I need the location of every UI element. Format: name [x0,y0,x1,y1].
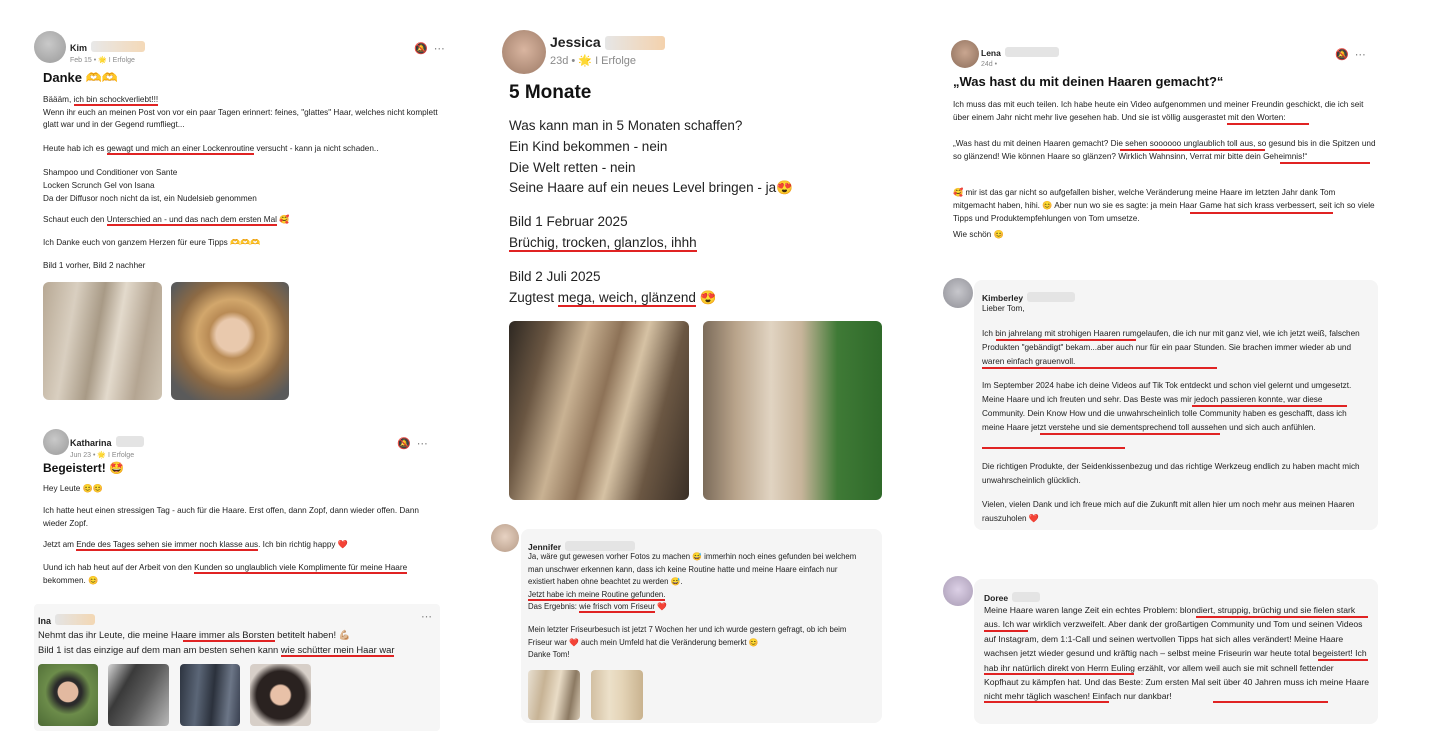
more-icon[interactable]: ⋯ [1355,49,1372,61]
highlight-underline [1190,212,1333,214]
highlight-underline [982,447,1125,449]
photo-before[interactable] [43,282,162,400]
post-meta: 23d • 🌟 I Erfolge [550,55,637,67]
highlight-underline [984,701,1109,703]
bell-off-icon[interactable]: 🔕 [397,438,417,450]
photo-thumb[interactable] [108,664,169,726]
post-title: „Was hast du mit deinen Haaren gemacht?“ [953,74,1224,89]
avatar[interactable] [951,40,979,68]
photo-before[interactable] [509,321,689,500]
post-meta: Jun 23 • 🌟 I Erfolge [70,452,135,459]
author-name-blurred [91,41,146,53]
highlight-underline [996,339,1136,341]
highlight-underline [984,673,1134,675]
post-body: Bäääm, ich bin schockverliebt!!! Wenn ih… [43,95,438,129]
post-meta: Feb 15 • 🌟 I Erfolge [70,57,135,64]
avatar[interactable] [502,30,546,74]
more-icon[interactable]: ⋯ [421,611,438,623]
avatar[interactable] [491,524,519,552]
author-name[interactable]: Doree [984,593,1008,603]
more-icon[interactable]: ⋯ [417,438,434,450]
avatar[interactable] [943,278,973,308]
photo-thumb[interactable] [250,664,311,726]
author-name[interactable]: Ina [38,616,51,626]
photo-thumb[interactable] [528,670,580,720]
highlight-underline [984,630,1028,632]
photo-thumb[interactable] [180,664,240,726]
highlight-underline [1120,149,1265,151]
more-icon[interactable]: ⋯ [434,43,451,55]
post-title: Danke 🫶🫶 [43,70,119,85]
author-name[interactable]: Kimberley [982,293,1023,303]
highlight-underline [982,367,1217,369]
photo-thumb[interactable] [38,664,98,726]
photo-after[interactable] [171,282,289,400]
post-title: Begeistert! 🤩 [43,461,124,475]
author-name[interactable]: Jessica [550,34,601,50]
author-name[interactable]: Kim [70,43,87,53]
avatar[interactable] [943,576,973,606]
bell-off-icon[interactable]: 🔕 [1335,49,1355,61]
post-meta: 24d • [981,61,998,68]
highlight-underline [1196,616,1368,618]
photo-thumb[interactable] [591,670,643,720]
highlight-underline [1213,701,1328,703]
post-title: 5 Monate [509,82,592,103]
highlight-underline [1318,659,1368,661]
highlight-underline [1280,162,1370,164]
author-name-blurred [115,436,144,448]
bell-off-icon[interactable]: 🔕 [414,43,434,55]
photo-after[interactable] [703,321,882,500]
avatar[interactable] [34,31,66,63]
avatar[interactable] [43,429,69,455]
highlight-underline [1227,123,1309,125]
highlight-underline [1040,433,1220,435]
author-name[interactable]: Katharina [70,438,112,448]
author-name[interactable]: Lena [981,48,1001,58]
highlight-underline [1192,405,1347,407]
